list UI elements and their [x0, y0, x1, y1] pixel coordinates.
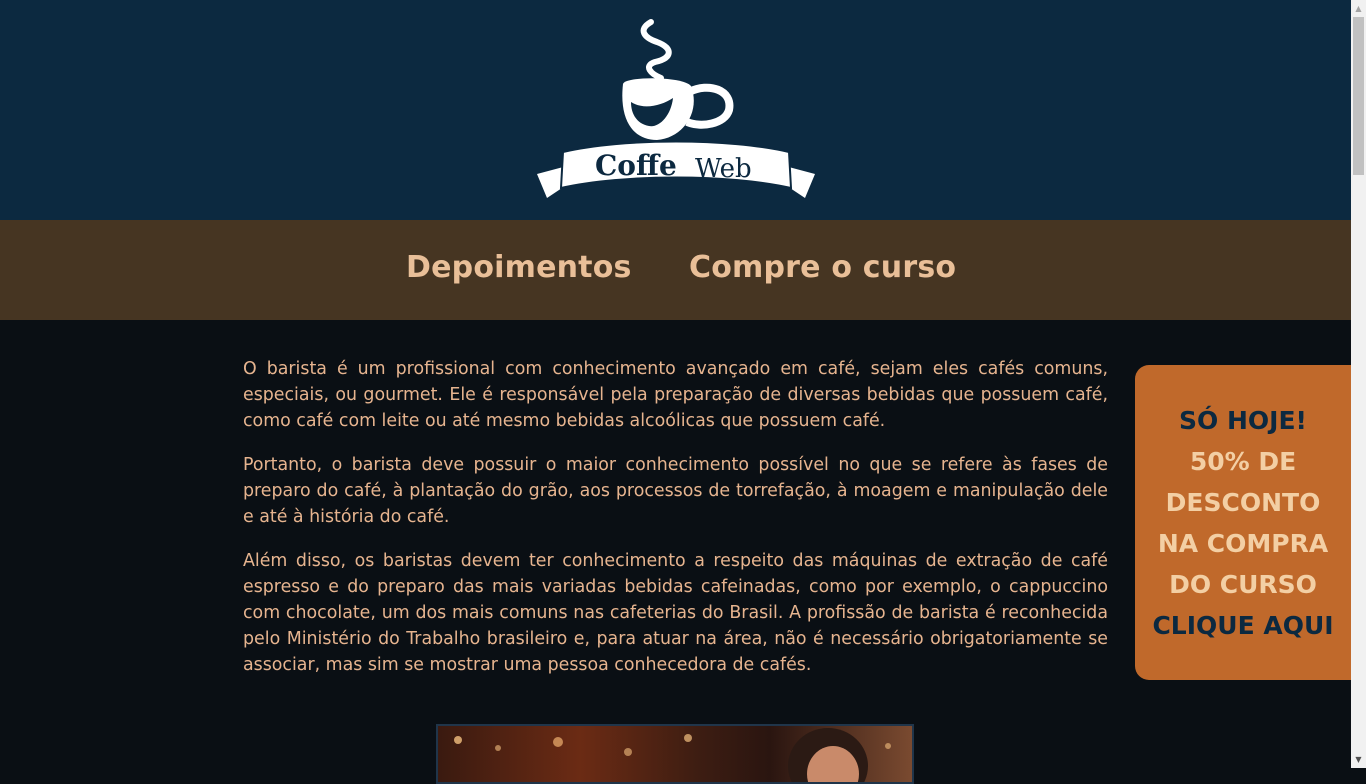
photo-placeholder [454, 728, 891, 782]
promo-line-desconto: DESCONTO [1165, 487, 1321, 517]
paragraph: O barista é um profissional com conhecim… [243, 359, 1108, 431]
coffee-cup-icon [622, 78, 734, 140]
barista-photo [436, 724, 914, 784]
article-text: O barista é um profissional com conhecim… [243, 356, 1108, 696]
logo-word-coffe: Coffe [595, 149, 677, 182]
paragraph: Além disso, os baristas devem ter conhec… [243, 551, 1108, 675]
promo-line-curso: DO CURSO [1169, 569, 1317, 599]
paragraph: Portanto, o barista deve possuir o maior… [243, 455, 1108, 527]
logo-word-web: Web [695, 154, 752, 184]
site-header: Coffe Web [0, 0, 1351, 220]
nav-link-depoimentos[interactable]: Depoimentos [406, 250, 632, 285]
scroll-up-arrow-icon[interactable]: ▲ [1351, 0, 1366, 17]
promo-line-compra: NA COMPRA [1157, 528, 1329, 558]
scroll-down-arrow-icon[interactable]: ▼ [1351, 751, 1366, 768]
promo-line-click: CLIQUE AQUI [1152, 610, 1334, 640]
promo-line-discount: 50% DE [1189, 446, 1297, 476]
steam-icon [640, 19, 672, 81]
main-nav: Depoimentos Compre o curso [0, 220, 1351, 320]
scroll-thumb[interactable] [1353, 17, 1364, 175]
promo-discount-button[interactable]: SÓ HOJE! 50% DE DESCONTO NA COMPRA DO CU… [1135, 365, 1351, 680]
promo-line-today: SÓ HOJE! [1179, 405, 1307, 435]
nav-link-compre-o-curso[interactable]: Compre o curso [689, 250, 956, 285]
page-scrollbar[interactable]: ▲ ▼ [1351, 0, 1366, 768]
coffee-web-logo[interactable]: Coffe Web [533, 16, 819, 206]
